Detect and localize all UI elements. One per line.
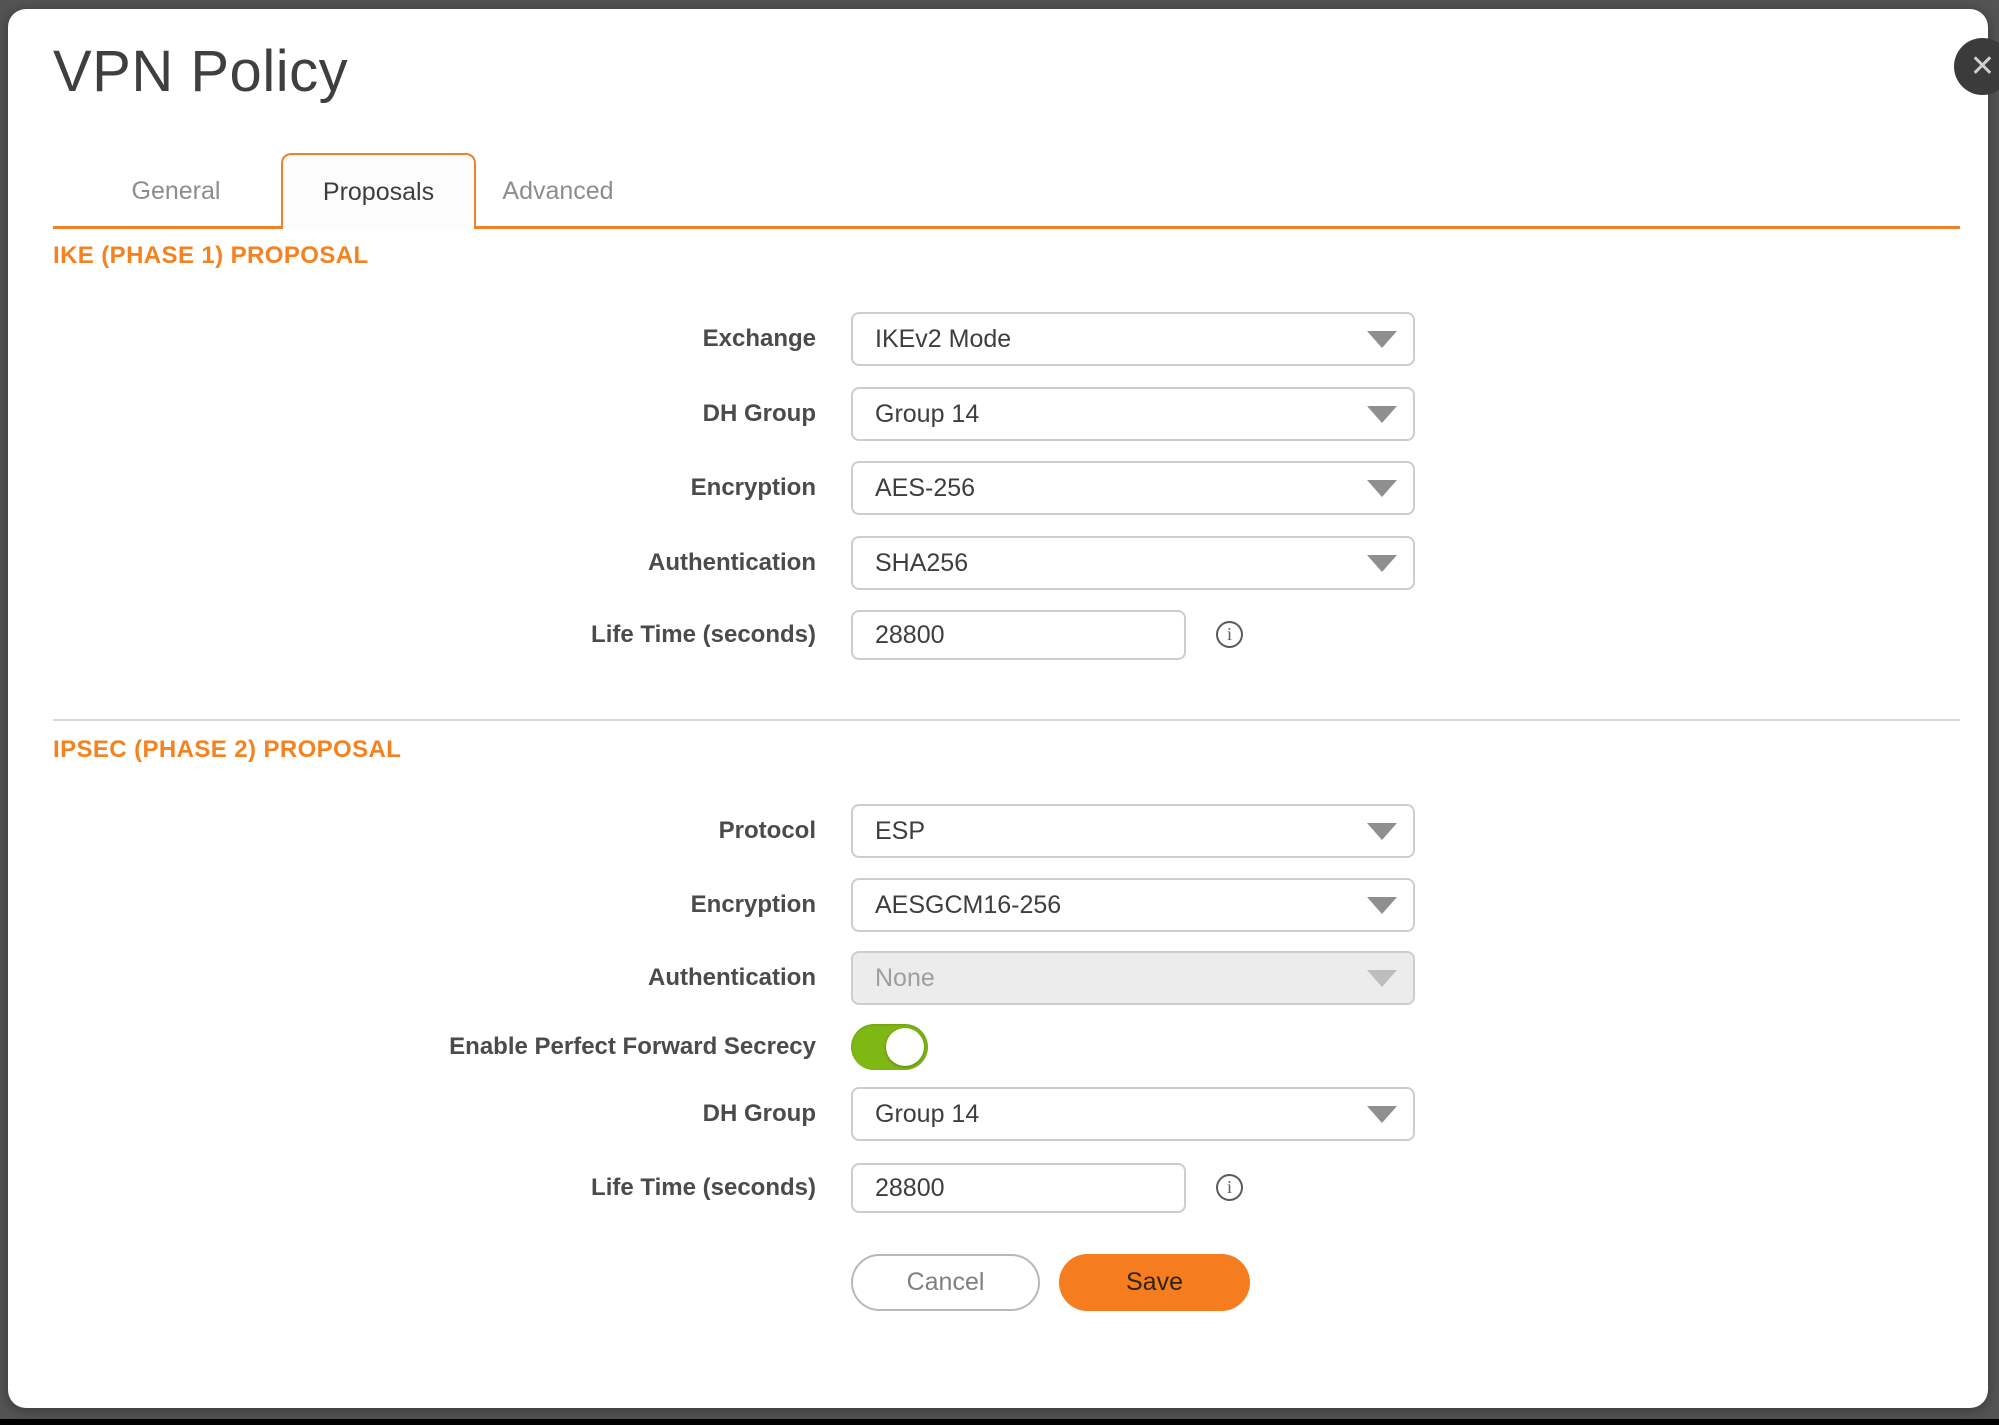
ipsec-dh-group-label: DH Group (216, 1100, 816, 1128)
ike-dh-group-select[interactable]: Group 14 (851, 387, 1415, 441)
ipsec-dh-group-select-value: Group 14 (875, 1100, 979, 1129)
pfs-toggle[interactable] (851, 1024, 928, 1070)
exchange-select-value: IKEv2 Mode (875, 325, 1011, 354)
ike-encryption-row: Encryption AES-256 (8, 461, 1458, 515)
ike-dh-group-select-value: Group 14 (875, 400, 979, 429)
exchange-select[interactable]: IKEv2 Mode (851, 312, 1415, 366)
exchange-row: Exchange IKEv2 Mode (8, 312, 1458, 366)
tab-advanced[interactable]: Advanced (478, 153, 638, 229)
toggle-knob (886, 1028, 924, 1066)
save-button[interactable]: Save (1059, 1254, 1250, 1311)
ike-authentication-label: Authentication (216, 549, 816, 577)
ipsec-encryption-select-value: AESGCM16-256 (875, 891, 1061, 920)
chevron-down-icon (1367, 970, 1397, 987)
chevron-down-icon (1367, 1106, 1397, 1123)
chevron-down-icon (1367, 331, 1397, 348)
ipsec-authentication-label: Authentication (216, 964, 816, 992)
save-button-label: Save (1126, 1268, 1183, 1297)
close-icon-glyph: ✕ (1970, 52, 1995, 82)
tab-advanced-label: Advanced (502, 177, 613, 206)
ike-authentication-select-value: SHA256 (875, 549, 968, 578)
page-title: VPN Policy (53, 39, 348, 105)
ipsec-authentication-select-disabled: None (851, 951, 1415, 1005)
cancel-button-label: Cancel (907, 1268, 985, 1297)
ipsec-encryption-row: Encryption AESGCM16-256 (8, 878, 1458, 932)
ipsec-dh-group-select[interactable]: Group 14 (851, 1087, 1415, 1141)
pfs-label: Enable Perfect Forward Secrecy (216, 1033, 816, 1061)
ipsec-life-time-input[interactable] (851, 1163, 1186, 1213)
ipsec-encryption-label: Encryption (216, 891, 816, 919)
ike-life-time-label: Life Time (seconds) (216, 621, 816, 649)
pfs-row: Enable Perfect Forward Secrecy (8, 1024, 1458, 1070)
ipsec-phase2-heading: IPSEC (PHASE 2) PROPOSAL (53, 736, 401, 764)
tab-general[interactable]: General (86, 153, 266, 229)
protocol-label: Protocol (216, 817, 816, 845)
chevron-down-icon (1367, 823, 1397, 840)
ike-life-time-input[interactable] (851, 610, 1186, 660)
chevron-down-icon (1367, 555, 1397, 572)
ipsec-dh-group-row: DH Group Group 14 (8, 1087, 1458, 1141)
section-divider (53, 719, 1960, 721)
exchange-label: Exchange (216, 325, 816, 353)
protocol-select[interactable]: ESP (851, 804, 1415, 858)
chevron-down-icon (1367, 897, 1397, 914)
ipsec-encryption-select[interactable]: AESGCM16-256 (851, 878, 1415, 932)
info-icon[interactable]: i (1216, 621, 1243, 648)
vpn-policy-dialog: VPN Policy General Proposals Advanced IK… (8, 9, 1988, 1408)
ipsec-authentication-row: Authentication None (8, 951, 1458, 1005)
ike-encryption-label: Encryption (216, 474, 816, 502)
ike-authentication-select[interactable]: SHA256 (851, 536, 1415, 590)
ipsec-life-time-label: Life Time (seconds) (216, 1174, 816, 1202)
protocol-select-value: ESP (875, 817, 925, 846)
chevron-down-icon (1367, 480, 1397, 497)
tab-proposals[interactable]: Proposals (281, 153, 476, 229)
tab-proposals-label: Proposals (323, 178, 434, 207)
ike-dh-group-label: DH Group (216, 400, 816, 428)
chevron-down-icon (1367, 406, 1397, 423)
ike-life-time-row: Life Time (seconds) i (8, 610, 1458, 660)
protocol-row: Protocol ESP (8, 804, 1458, 858)
tab-general-label: General (132, 177, 221, 206)
ike-encryption-select[interactable]: AES-256 (851, 461, 1415, 515)
ike-dh-group-row: DH Group Group 14 (8, 387, 1458, 441)
ike-authentication-row: Authentication SHA256 (8, 536, 1458, 590)
ipsec-authentication-select-value: None (875, 964, 935, 993)
cancel-button[interactable]: Cancel (851, 1254, 1040, 1311)
ipsec-life-time-row: Life Time (seconds) i (8, 1163, 1458, 1213)
ike-encryption-select-value: AES-256 (875, 474, 975, 503)
ike-phase1-heading: IKE (PHASE 1) PROPOSAL (53, 242, 369, 270)
info-icon[interactable]: i (1216, 1174, 1243, 1201)
